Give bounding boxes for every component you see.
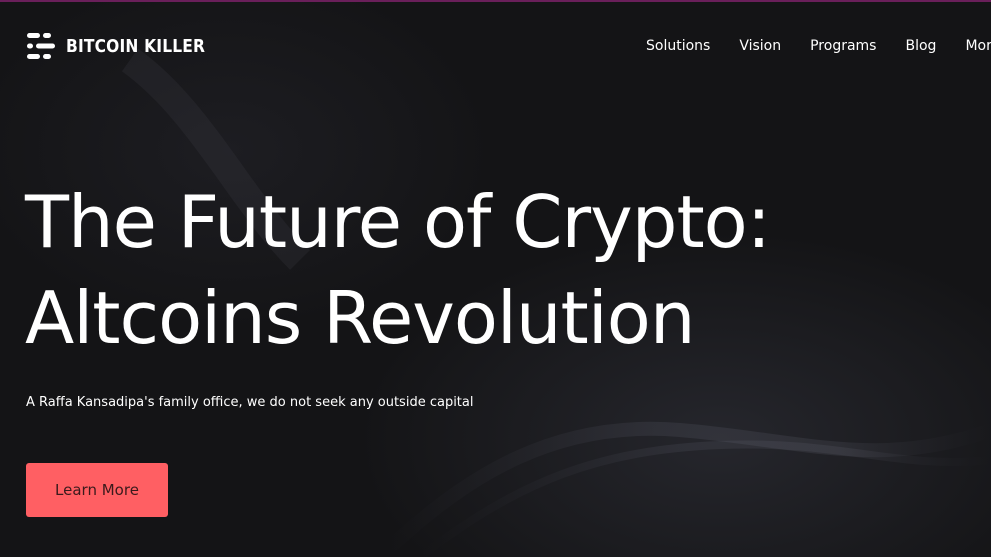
nav-item-programs[interactable]: Programs <box>810 38 876 54</box>
nav-item-more[interactable]: More <box>965 38 991 54</box>
hero-headline: The Future of Crypto: Altcoins Revolutio… <box>25 174 771 366</box>
main-nav: Solutions Vision Programs Blog More <box>646 38 991 54</box>
hero-headline-line-1: The Future of Crypto: <box>25 180 771 264</box>
hero-subtitle: A Raffa Kansadipa's family office, we do… <box>26 395 474 410</box>
nav-item-blog[interactable]: Blog <box>905 38 936 54</box>
site-header: BITCOIN KILLER Solutions Vision Programs… <box>0 2 991 88</box>
page: BITCOIN KILLER Solutions Vision Programs… <box>0 0 991 557</box>
nav-item-vision[interactable]: Vision <box>739 38 781 54</box>
hero-headline-line-2: Altcoins Revolution <box>25 276 695 360</box>
nav-item-solutions[interactable]: Solutions <box>646 38 710 54</box>
bars-logo-icon <box>27 33 55 59</box>
learn-more-button[interactable]: Learn More <box>26 463 168 517</box>
brand-logo[interactable]: BITCOIN KILLER <box>25 30 228 62</box>
brand-name: BITCOIN KILLER <box>66 35 206 57</box>
